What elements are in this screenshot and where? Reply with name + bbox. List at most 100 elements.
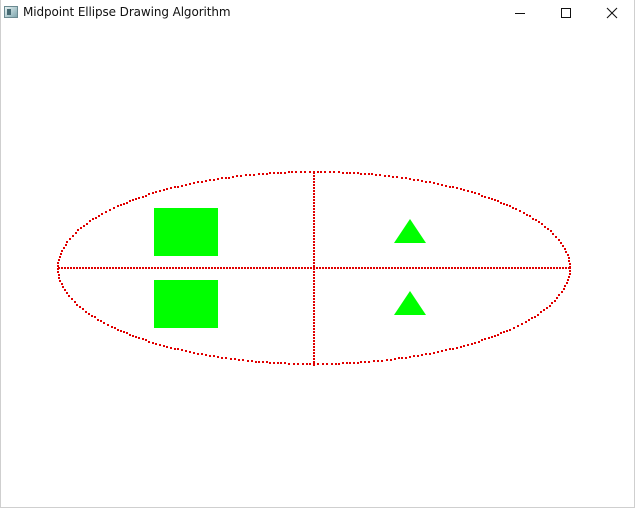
ellipse-point [526, 214, 528, 216]
minor-axis-point [313, 346, 315, 348]
ellipse-point [170, 187, 172, 189]
major-axis-point [487, 267, 489, 269]
minor-axis-point [313, 295, 315, 297]
major-axis-point [70, 267, 72, 269]
ellipse-point [123, 331, 125, 333]
app-window-icon[interactable] [4, 6, 18, 18]
ellipse-point [375, 174, 377, 176]
major-axis-point [307, 267, 309, 269]
ellipse-point [83, 225, 85, 227]
major-axis-point [211, 267, 213, 269]
maximize-button[interactable] [543, 0, 589, 26]
major-axis-point [163, 267, 165, 269]
close-button[interactable] [589, 0, 635, 26]
minor-axis-point [313, 211, 315, 213]
major-axis-point [283, 267, 285, 269]
major-axis-point [109, 267, 111, 269]
ellipse-point [269, 172, 271, 174]
major-axis-point [145, 267, 147, 269]
ellipse-point [568, 260, 570, 262]
major-axis-point [142, 267, 144, 269]
major-axis-point [172, 267, 174, 269]
triangle-top-right [394, 219, 426, 243]
major-axis-point [415, 267, 417, 269]
ellipse-point [111, 326, 113, 328]
ellipse-point [463, 345, 465, 347]
minor-axis-point [313, 301, 315, 303]
ellipse-point [452, 348, 454, 350]
ellipse-point [409, 178, 411, 180]
ellipse-point [558, 239, 560, 241]
minor-axis-point [313, 187, 315, 189]
ellipse-point [189, 183, 191, 185]
minor-axis-point [313, 229, 315, 231]
ellipse-point [174, 186, 176, 188]
drawing-canvas [1, 26, 634, 507]
ellipse-point [98, 215, 100, 217]
ellipse-point [213, 179, 215, 181]
major-axis-point [178, 267, 180, 269]
ellipse-point [253, 174, 255, 176]
major-axis-point [175, 267, 177, 269]
ellipse-point [425, 181, 427, 183]
minor-axis-point [313, 280, 315, 282]
major-axis-point [289, 267, 291, 269]
ellipse-point [72, 235, 74, 237]
title-bar[interactable]: Midpoint Ellipse Drawing Algorithm [1, 0, 634, 26]
major-axis-point [127, 267, 129, 269]
ellipse-point [417, 179, 419, 181]
ellipse-point [561, 291, 563, 293]
major-axis-point [274, 267, 276, 269]
ellipse-point [114, 327, 116, 329]
major-axis-point [295, 267, 297, 269]
ellipse-point [409, 356, 411, 358]
ellipse-point [551, 302, 553, 304]
ellipse-point [413, 355, 415, 357]
major-axis-point [244, 267, 246, 269]
major-axis-point [76, 267, 78, 269]
major-axis-point [202, 267, 204, 269]
ellipse-drawing [57, 171, 571, 366]
minimize-button[interactable] [497, 0, 543, 26]
ellipse-point [309, 363, 311, 365]
ellipse-point [240, 175, 242, 177]
minor-axis-point [313, 328, 315, 330]
ellipse-point [123, 203, 125, 205]
major-axis-point [376, 267, 378, 269]
ellipse-point [317, 363, 319, 365]
ellipse-point [221, 357, 223, 359]
ellipse-point [300, 171, 302, 173]
minor-axis-point [313, 298, 315, 300]
ellipse-point [109, 209, 111, 211]
minor-axis-point [313, 223, 315, 225]
major-axis-point [241, 267, 243, 269]
ellipse-point [92, 218, 94, 220]
major-axis-point [58, 267, 60, 269]
major-axis-point [358, 267, 360, 269]
major-axis-point [394, 267, 396, 269]
major-axis-point [82, 267, 84, 269]
ellipse-point [433, 352, 435, 354]
ellipse-point [60, 253, 62, 255]
minor-axis-point [313, 181, 315, 183]
ellipse-point [373, 360, 375, 362]
major-axis-point [343, 267, 345, 269]
major-axis-point [412, 267, 414, 269]
major-axis-point [346, 267, 348, 269]
ellipse-point [76, 304, 78, 306]
major-axis-point [217, 267, 219, 269]
major-axis-point [460, 267, 462, 269]
minor-axis-point [313, 292, 315, 294]
ellipse-point [269, 362, 271, 364]
ellipse-point [297, 363, 299, 365]
ellipse-point [353, 362, 355, 364]
ellipse-point [494, 199, 496, 201]
window-title: Midpoint Ellipse Drawing Algorithm [23, 5, 231, 19]
ellipse-point [74, 301, 76, 303]
major-axis-point [523, 267, 525, 269]
square-bottom-left [154, 280, 218, 328]
major-axis-point [322, 267, 324, 269]
ellipse-point [258, 173, 260, 175]
ellipse-point [61, 283, 63, 285]
major-axis-point [517, 267, 519, 269]
